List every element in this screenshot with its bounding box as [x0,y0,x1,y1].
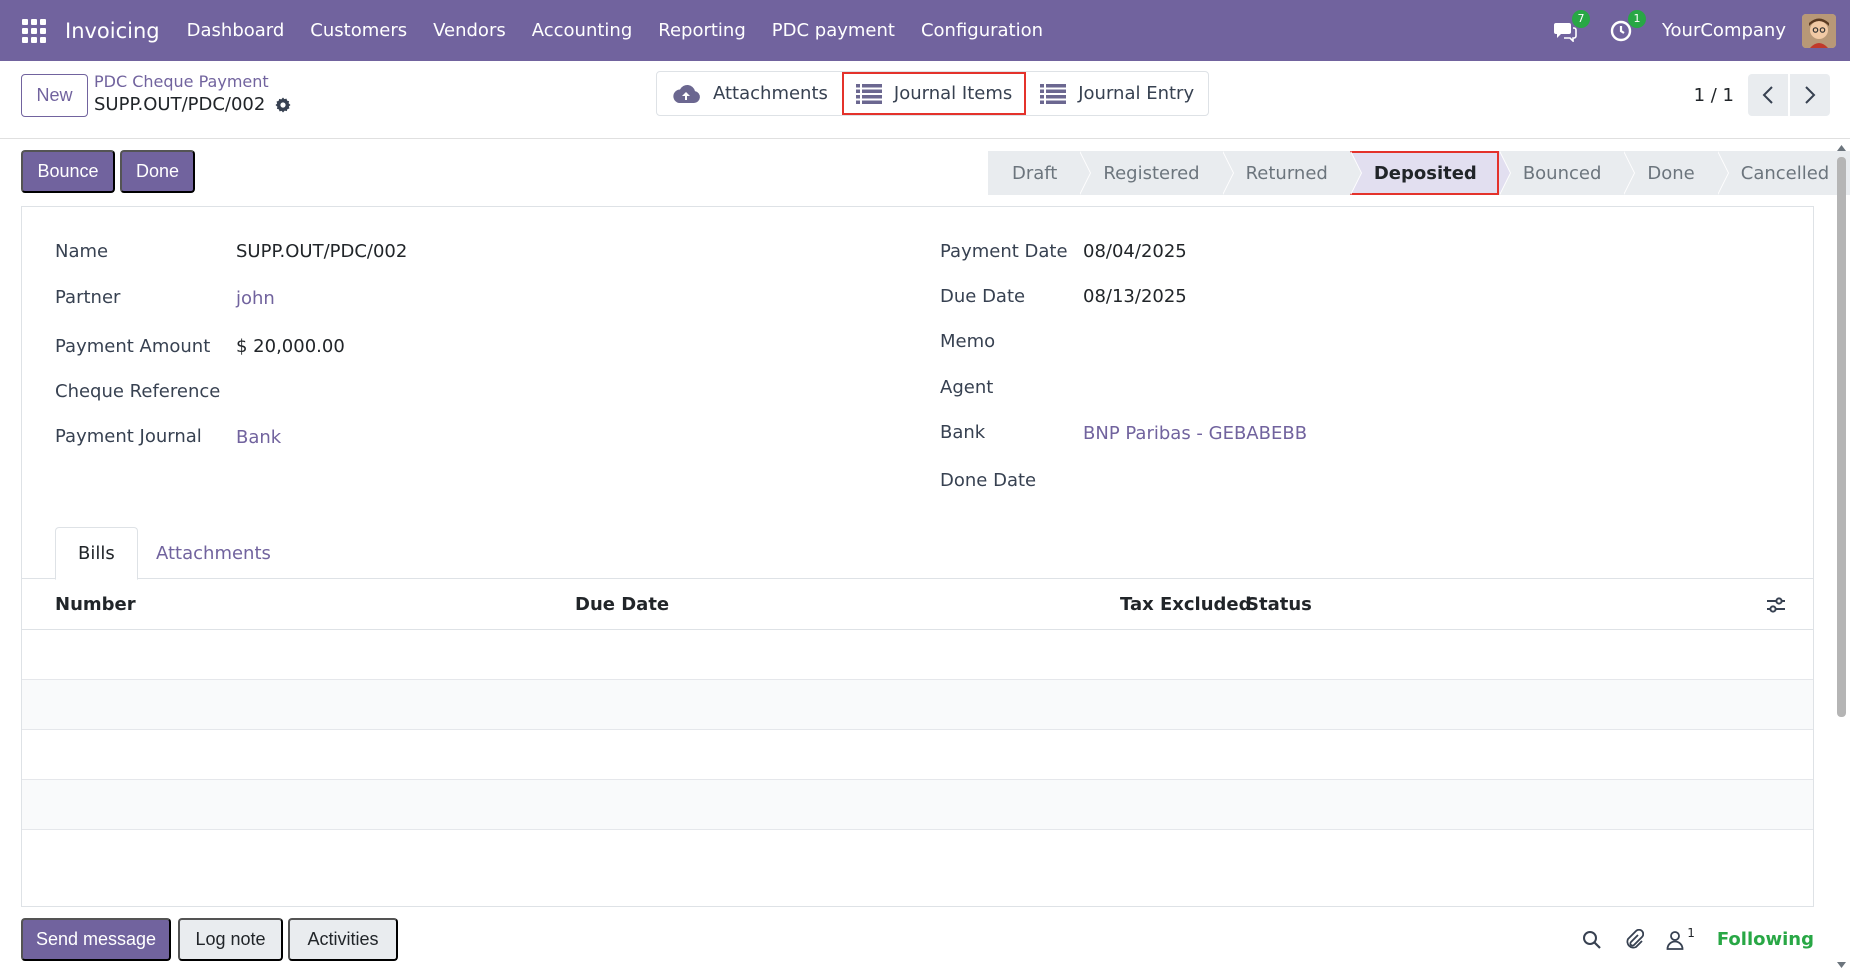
bank-label: Bank [940,422,986,443]
followers-button[interactable]: 1 [1666,926,1695,950]
sliders-icon [1767,596,1785,613]
record-name: SUPP.OUT/PDC/002 [94,94,266,115]
chevron-left-icon [1762,86,1773,104]
bounce-button[interactable]: Bounce [21,150,115,193]
journal-entry-smart-button[interactable]: Journal Entry [1026,72,1208,115]
menu-reporting[interactable]: Reporting [645,20,759,41]
memo-label: Memo [940,331,996,352]
table-row [22,630,1813,680]
menu-configuration[interactable]: Configuration [908,20,1056,41]
chatter-bar: Send message Log note Activities 1 Follo… [0,908,1850,972]
cheque-reference-label: Cheque Reference [55,381,221,402]
due-date-label: Due Date [940,286,1026,307]
payment-date-field[interactable]: 08/04/2025 [1083,241,1187,262]
smart-buttons: Attachments Journal Items Journal Entry [656,71,1210,116]
attachments-smart-button[interactable]: Attachments [657,72,842,115]
chevron-right-icon [1805,86,1816,104]
payment-journal-label: Payment Journal [55,426,202,447]
activity-menu[interactable]: 1 [1606,9,1646,46]
user-avatar[interactable] [1802,13,1836,48]
top-navbar: Invoicing Dashboard Customers Vendors Ac… [0,0,1850,61]
activities-button[interactable]: Activities [288,918,398,961]
list-icon [855,83,882,104]
payment-amount-label: Payment Amount [55,336,211,357]
pager-value[interactable]: 1 / 1 [1694,85,1734,106]
stage-bounced[interactable]: Bounced [1498,151,1635,195]
log-note-button[interactable]: Log note [178,918,283,961]
breadcrumb-current: SUPP.OUT/PDC/002 [94,94,291,115]
control-panel: New PDC Cheque Payment SUPP.OUT/PDC/002 … [0,61,1850,139]
paperclip-icon[interactable] [1624,928,1645,951]
search-icon[interactable] [1582,930,1602,950]
following-button[interactable]: Following [1717,929,1814,950]
stage-draft[interactable]: Draft [988,151,1092,195]
status-bar: Draft Registered Returned Deposited Boun… [988,151,1850,195]
column-due-date[interactable]: Due Date [575,579,669,630]
partner-label: Partner [55,287,121,308]
menu-dashboard[interactable]: Dashboard [174,20,298,41]
scroll-down-icon[interactable] [1837,962,1846,968]
new-button[interactable]: New [21,74,88,117]
agent-label: Agent [940,377,994,398]
send-message-button[interactable]: Send message [21,918,171,961]
optional-columns-toggle[interactable] [1766,579,1786,630]
gear-icon[interactable] [275,97,291,113]
partner-field[interactable]: john [236,288,275,309]
messages-badge: 7 [1571,9,1590,28]
app-menu-icon[interactable] [22,18,48,44]
bank-field[interactable]: BNP Paribas - GEBABEBB [1083,423,1307,444]
pager-previous-button[interactable] [1748,74,1788,116]
menu-accounting[interactable]: Accounting [519,20,646,41]
scroll-up-icon[interactable] [1837,145,1846,151]
journal-items-label: Journal Items [893,83,1013,104]
user-icon [1666,930,1684,950]
pager-next-button[interactable] [1790,74,1830,116]
activities-badge: 1 [1627,9,1646,28]
company-switcher[interactable]: YourCompany [1662,20,1786,41]
tab-bills[interactable]: Bills [55,527,138,580]
journal-items-smart-button[interactable]: Journal Items [841,72,1027,115]
stage-returned[interactable]: Returned [1221,151,1363,195]
column-status[interactable]: Status [1246,579,1312,630]
table-row [22,830,1813,880]
cloud-upload-icon [673,84,700,103]
followers-count: 1 [1687,925,1695,940]
chatter-topbar-icons: 1 Following [1582,918,1814,961]
column-tax-excluded[interactable]: Tax Excluded [1120,579,1252,630]
column-number[interactable]: Number [55,579,136,630]
payment-date-label: Payment Date [940,241,1068,262]
name-label: Name [55,241,109,262]
stage-done[interactable]: Done [1623,151,1730,195]
due-date-field[interactable]: 08/13/2025 [1083,286,1187,307]
menu-vendors[interactable]: Vendors [420,20,519,41]
avatar-image-icon [1802,13,1836,48]
menu-customers[interactable]: Customers [297,20,420,41]
form-sheet: Name SUPP.OUT/PDC/002 Partner john Payme… [21,206,1814,907]
messaging-menu[interactable]: 7 [1550,9,1590,46]
bills-table-header: Number Due Date Tax Excluded Status [22,579,1813,630]
stage-cancelled[interactable]: Cancelled [1716,151,1850,195]
pager: 1 / 1 [1694,74,1850,116]
app-name[interactable]: Invoicing [65,19,160,43]
tab-attachments[interactable]: Attachments [156,527,271,579]
stage-registered[interactable]: Registered [1079,151,1234,195]
page-scrollbar[interactable] [1835,141,1847,972]
menu-pdc-payment[interactable]: PDC payment [759,20,908,41]
navbar-systray: 7 1 YourCompany [1550,0,1850,61]
breadcrumb-parent[interactable]: PDC Cheque Payment [94,72,269,91]
stage-deposited[interactable]: Deposited [1349,151,1511,195]
name-field[interactable]: SUPP.OUT/PDC/002 [236,241,407,262]
notebook-tabs: Bills Attachments [22,527,1813,580]
list-icon [1040,83,1067,104]
table-row [22,780,1813,830]
done-date-label: Done Date [940,470,1037,491]
attachments-label: Attachments [713,83,828,104]
table-row [22,730,1813,780]
payment-amount-field[interactable]: $ 20,000.00 [236,336,345,357]
payment-journal-field[interactable]: Bank [236,427,281,448]
table-row [22,680,1813,730]
done-button[interactable]: Done [120,150,195,193]
scroll-thumb[interactable] [1837,157,1846,717]
journal-entry-label: Journal Entry [1078,83,1195,104]
